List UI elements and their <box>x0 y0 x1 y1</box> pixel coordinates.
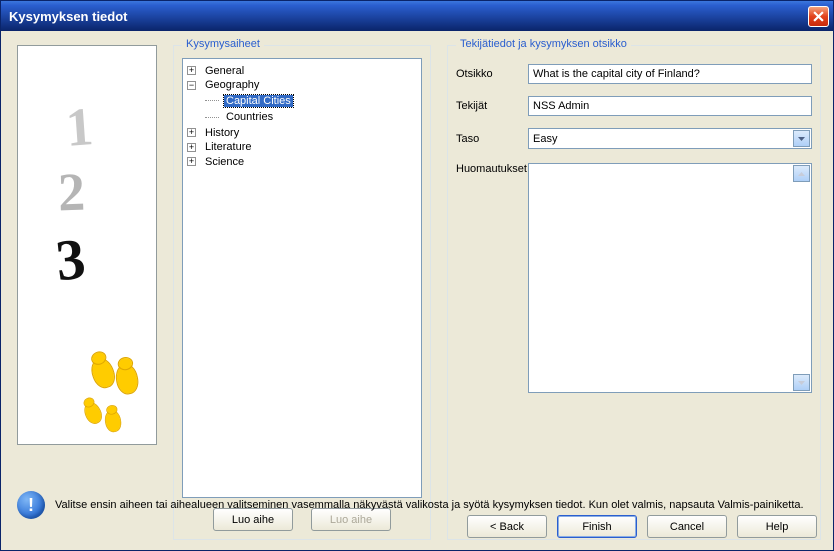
tree-item-geography[interactable]: −Geography <box>187 79 261 91</box>
title-label: Otsikko <box>456 68 528 80</box>
title-input[interactable] <box>528 64 812 84</box>
chevron-up-icon <box>798 172 805 176</box>
tree-item-literature[interactable]: +Literature <box>187 141 253 153</box>
tree-item-general[interactable]: +General <box>187 65 246 77</box>
scroll-down-button[interactable] <box>793 374 810 391</box>
tree-item-countries[interactable]: Countries <box>205 111 275 123</box>
expand-icon[interactable]: + <box>187 143 196 152</box>
content-area: 1 2 3 Kysymysaiheet +General −Geography … <box>1 31 833 550</box>
topics-tree[interactable]: +General −Geography Capital Cities Count… <box>182 58 422 498</box>
topics-group-title: Kysymysaiheet <box>182 38 264 50</box>
collapse-icon[interactable]: − <box>187 81 196 90</box>
wizard-step-1-glyph: 1 <box>64 95 95 159</box>
level-select-value: Easy <box>533 133 557 145</box>
titlebar: Kysymyksen tiedot <box>1 1 833 31</box>
info-icon: ! <box>17 491 45 519</box>
chevron-down-icon <box>798 137 805 141</box>
wizard-step-3-glyph: 3 <box>53 225 89 295</box>
tree-item-capital-cities[interactable]: Capital Cities <box>205 95 293 107</box>
window-title: Kysymyksen tiedot <box>9 9 808 24</box>
finish-button[interactable]: Finish <box>557 515 637 538</box>
details-group-title: Tekijätiedot ja kysymyksen otsikko <box>456 38 631 50</box>
details-group: Tekijätiedot ja kysymyksen otsikko Otsik… <box>447 45 821 540</box>
wizard-buttons: < Back Finish Cancel Help <box>467 515 817 538</box>
topics-group: Kysymysaiheet +General −Geography Capita… <box>173 45 431 540</box>
scroll-up-button[interactable] <box>793 165 810 182</box>
close-icon <box>813 11 824 22</box>
chevron-down-icon <box>798 381 805 385</box>
notes-textarea[interactable] <box>528 163 812 393</box>
info-text: Valitse ensin aiheen tai aihealueen vali… <box>55 499 817 511</box>
expand-icon[interactable]: + <box>187 157 196 166</box>
expand-icon[interactable]: + <box>187 66 196 75</box>
authors-input[interactable] <box>528 96 812 116</box>
dropdown-button[interactable] <box>793 130 810 147</box>
tree-item-history[interactable]: +History <box>187 127 241 139</box>
level-select[interactable]: Easy <box>528 128 812 149</box>
notes-label: Huomautukset <box>456 163 528 531</box>
close-button[interactable] <box>808 6 829 27</box>
cancel-button[interactable]: Cancel <box>647 515 727 538</box>
wizard-step-2-glyph: 2 <box>57 161 86 224</box>
level-label: Taso <box>456 133 528 145</box>
wizard-illustration: 1 2 3 <box>17 45 157 445</box>
tree-item-science[interactable]: +Science <box>187 156 246 168</box>
help-button[interactable]: Help <box>737 515 817 538</box>
authors-label: Tekijät <box>456 100 528 112</box>
expand-icon[interactable]: + <box>187 128 196 137</box>
dialog-window: Kysymyksen tiedot 1 2 3 Kysymysaiheet +G… <box>0 0 834 551</box>
back-button[interactable]: < Back <box>467 515 547 538</box>
